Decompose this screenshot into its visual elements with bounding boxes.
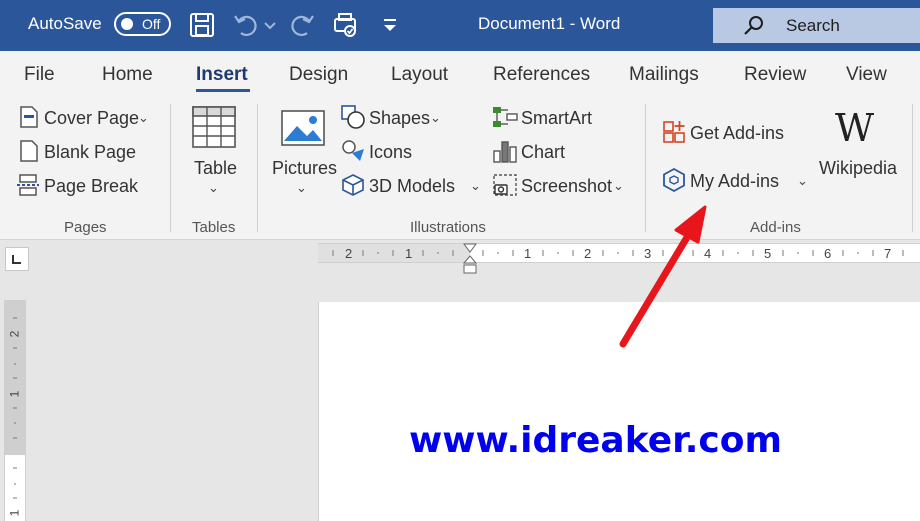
table-icon: [192, 106, 236, 148]
my-addins-icon: [663, 167, 685, 193]
customize-qat-icon[interactable]: [376, 11, 404, 39]
ruler-number: 4: [704, 246, 712, 261]
ruler-number: 1: [7, 390, 22, 398]
shapes-button[interactable]: Shapes: [369, 108, 430, 129]
get-addins-icon: [663, 121, 685, 143]
ruler-number: 1: [405, 246, 413, 261]
get-addins-button[interactable]: Get Add-ins: [690, 123, 784, 144]
search-label: Search: [786, 16, 840, 35]
tab-file[interactable]: File: [24, 64, 55, 86]
chevron-down-icon[interactable]: ⌄: [430, 110, 441, 126]
document-title: Document1 - Word: [478, 14, 621, 33]
illustrations-group-label: Illustrations: [410, 219, 486, 236]
chevron-down-icon[interactable]: ⌄: [138, 110, 149, 126]
pictures-button[interactable]: Pictures: [272, 158, 337, 179]
chevron-down-icon[interactable]: ⌄: [613, 178, 624, 194]
ruler-number: 6: [824, 246, 832, 261]
tab-layout[interactable]: Layout: [391, 64, 448, 86]
undo-dropdown-icon[interactable]: [256, 11, 284, 39]
watermark-text: www.idreaker.com: [409, 420, 782, 461]
3d-models-button[interactable]: 3D Models: [369, 176, 455, 197]
chevron-down-icon[interactable]: ⌄: [296, 180, 307, 196]
screenshot-icon: [493, 174, 517, 196]
chevron-down-icon[interactable]: ⌄: [208, 180, 219, 196]
ruler-number: 3: [644, 246, 652, 261]
pictures-icon: [281, 110, 325, 146]
cover-page-icon: [20, 106, 38, 128]
tab-insert[interactable]: Insert: [196, 64, 248, 86]
ruler-bar: 2 1 1 2 3 4 5 6 7: [0, 240, 920, 274]
ruler-number: 1: [7, 509, 22, 517]
autosave-label: AutoSave: [28, 14, 102, 33]
redo-icon[interactable]: [288, 11, 316, 39]
wikipedia-logo-icon[interactable]: W: [835, 106, 874, 150]
cover-page-button[interactable]: Cover Page: [44, 108, 139, 129]
group-divider: [912, 104, 913, 232]
icons-icon: [342, 140, 364, 161]
shapes-icon: [341, 105, 365, 129]
autosave-toggle[interactable]: Off: [114, 12, 171, 36]
autosave-state: Off: [142, 16, 161, 32]
indent-marker-icon[interactable]: [463, 243, 477, 277]
toggle-knob: [121, 18, 133, 30]
ruler-number: 7: [884, 246, 892, 261]
tables-group-label: Tables: [192, 219, 236, 236]
search-box[interactable]: Search: [713, 8, 920, 43]
page-break-button[interactable]: Page Break: [44, 176, 138, 197]
tab-design[interactable]: Design: [289, 64, 348, 86]
ribbon-tabs: File Home Insert Design Layout Reference…: [0, 51, 920, 96]
chevron-down-icon[interactable]: ⌄: [797, 173, 808, 189]
active-tab-indicator: [196, 89, 250, 92]
3d-models-icon: [342, 174, 364, 196]
horizontal-ruler[interactable]: 2 1 1 2 3 4 5 6 7: [318, 243, 920, 274]
chevron-down-icon[interactable]: ⌄: [470, 178, 481, 194]
page-break-icon: [17, 174, 39, 196]
search-icon: [744, 16, 763, 35]
chart-button[interactable]: Chart: [521, 142, 565, 163]
ruler-number: 2: [345, 246, 353, 261]
ruler-number: 5: [764, 246, 772, 261]
group-divider: [170, 104, 171, 232]
ruler-number: 1: [524, 246, 532, 261]
ruler-number: 2: [584, 246, 592, 261]
blank-page-icon: [20, 140, 38, 162]
smartart-button[interactable]: SmartArt: [521, 108, 592, 129]
ruler-number: 2: [7, 330, 22, 338]
tab-review[interactable]: Review: [744, 64, 806, 86]
blank-page-button[interactable]: Blank Page: [44, 142, 136, 163]
my-addins-button[interactable]: My Add-ins: [690, 171, 779, 192]
tab-home[interactable]: Home: [102, 64, 153, 86]
addins-group-label: Add-ins: [750, 219, 801, 236]
vertical-ruler[interactable]: 2 1 1: [4, 300, 26, 521]
tab-view[interactable]: View: [846, 64, 887, 86]
save-icon[interactable]: [188, 11, 216, 39]
tab-references[interactable]: References: [493, 64, 590, 86]
left-tab-icon: [12, 255, 21, 264]
screenshot-button[interactable]: Screenshot: [521, 176, 612, 197]
tab-stop-selector[interactable]: [5, 247, 29, 271]
ribbon: Cover Page ⌄ Blank Page Page Break Pages…: [0, 96, 920, 240]
document-page[interactable]: www.idreaker.com: [318, 302, 920, 521]
wikipedia-button[interactable]: Wikipedia: [819, 158, 897, 179]
title-bar: AutoSave Off Document1 - Word Search: [0, 0, 920, 51]
group-divider: [257, 104, 258, 232]
smartart-icon: [493, 107, 518, 127]
touch-mode-icon[interactable]: [331, 11, 359, 39]
chart-icon: [493, 141, 517, 163]
group-divider: [645, 104, 646, 232]
tab-mailings[interactable]: Mailings: [629, 64, 699, 86]
icons-button[interactable]: Icons: [369, 142, 412, 163]
table-button[interactable]: Table: [194, 158, 237, 179]
pages-group-label: Pages: [64, 219, 107, 236]
